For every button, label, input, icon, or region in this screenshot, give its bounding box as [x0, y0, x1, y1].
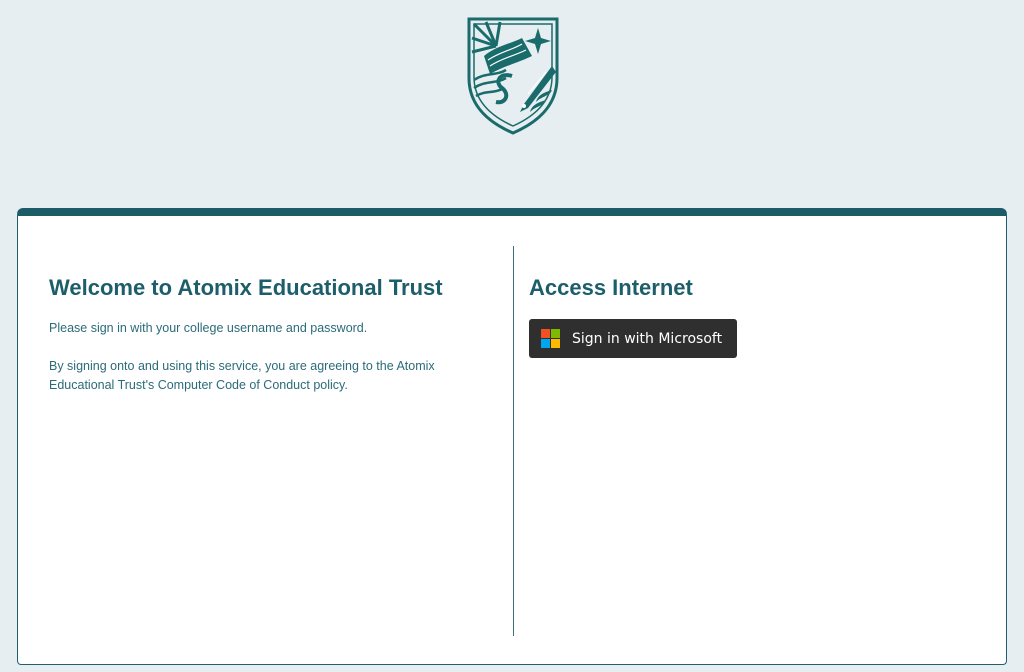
shield-crest-icon	[466, 16, 560, 136]
welcome-panel: Welcome to Atomix Educational Trust Plea…	[49, 274, 479, 395]
microsoft-logo-icon	[541, 329, 560, 348]
panel-divider	[513, 246, 514, 636]
login-card: Welcome to Atomix Educational Trust Plea…	[17, 208, 1007, 665]
welcome-title: Welcome to Atomix Educational Trust	[49, 275, 443, 300]
sign-in-button-label: Sign in with Microsoft	[572, 330, 723, 347]
access-title: Access Internet	[529, 275, 693, 300]
access-panel: Access Internet Sign in with Microsoft	[529, 274, 969, 358]
sign-in-with-microsoft-button[interactable]: Sign in with Microsoft	[529, 319, 737, 358]
signin-instruction-text: Please sign in with your college usernam…	[49, 321, 368, 335]
policy-notice-text: By signing onto and using this service, …	[49, 359, 435, 392]
